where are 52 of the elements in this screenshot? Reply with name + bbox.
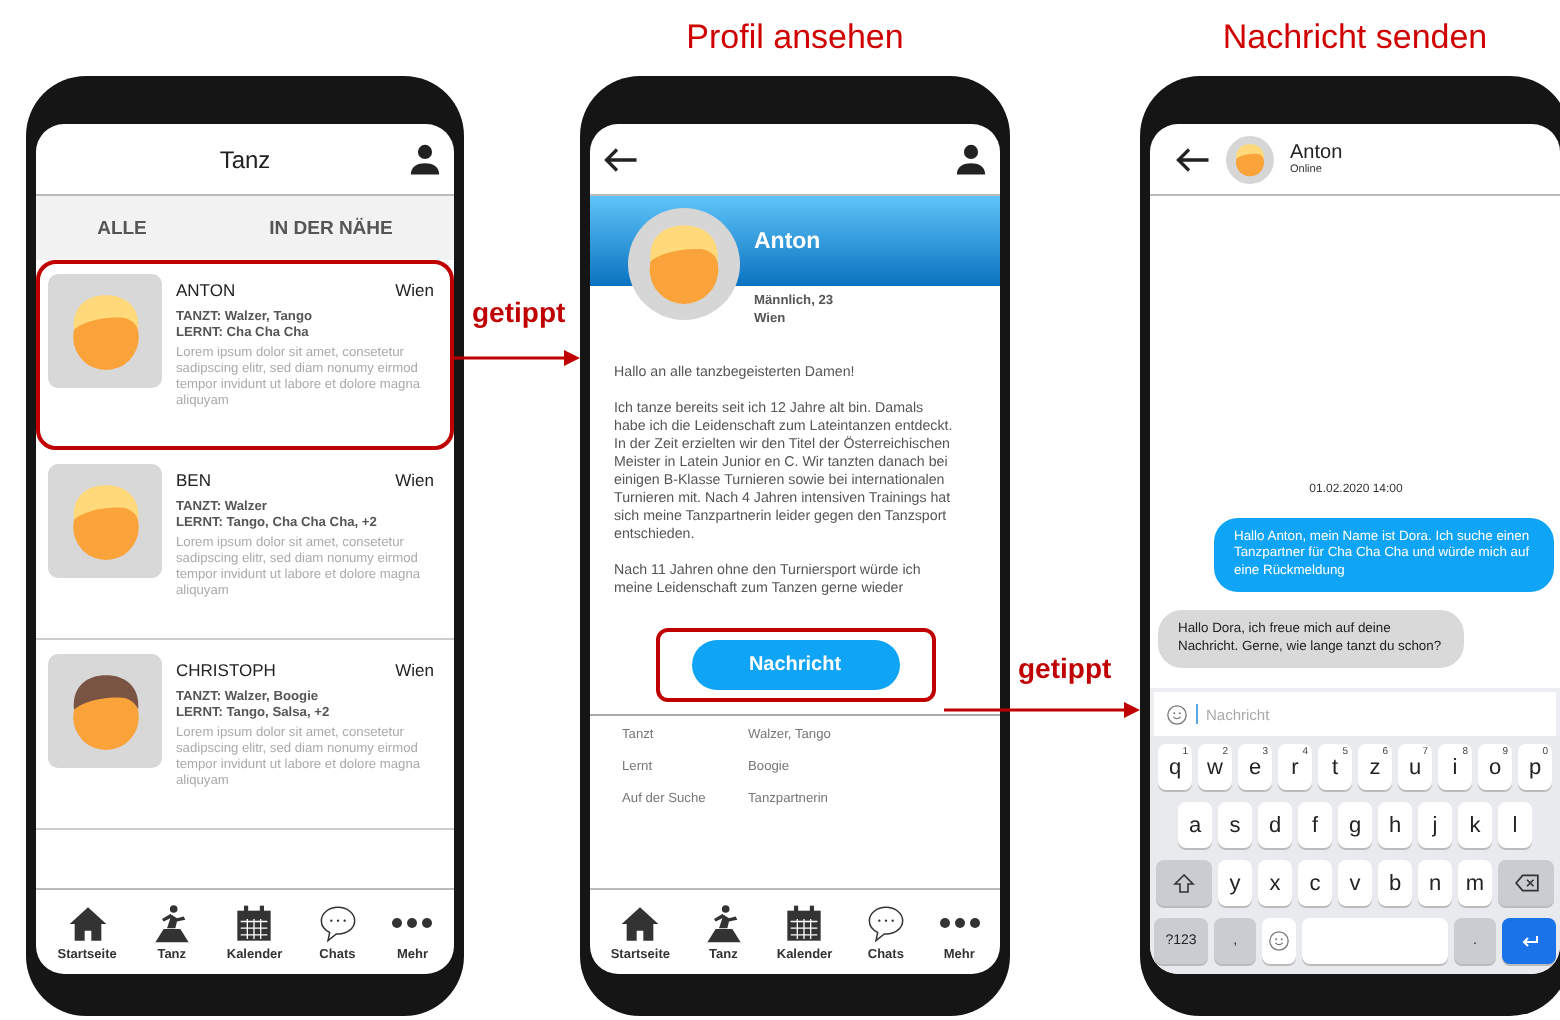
chat-bubble-icon [865, 903, 906, 943]
enter-key[interactable] [1502, 918, 1557, 964]
contact-name: Anton [1290, 142, 1343, 164]
backspace-icon [1513, 870, 1539, 896]
dancer-icon [703, 903, 744, 943]
profile-icon[interactable] [953, 142, 987, 176]
annotation-label: getippt [472, 296, 568, 328]
keyboard-key[interactable]: y [1218, 860, 1252, 906]
profile-name: CHRISTOPH [176, 660, 276, 680]
emoji-key[interactable] [1262, 918, 1296, 964]
profile-name: Anton [754, 229, 821, 253]
calendar-icon [234, 903, 275, 943]
screen-caption: Nachricht senden [1222, 18, 1488, 58]
keyboard-key[interactable]: l [1498, 802, 1532, 848]
screen-title: Tanz [219, 145, 271, 173]
keyboard-key[interactable]: b [1378, 860, 1412, 906]
calendar-icon [784, 903, 825, 943]
tab[interactable]: IN DER NÄHE [261, 213, 401, 243]
profile-name: BEN [176, 470, 211, 490]
smiley-icon [1267, 930, 1290, 952]
keyboard-key[interactable]: x [1258, 860, 1292, 906]
dancer-icon [151, 903, 192, 943]
keyboard-key[interactable]: k [1458, 802, 1492, 848]
keyboard-key[interactable]: h [1378, 802, 1412, 848]
shift-key[interactable] [1156, 860, 1212, 906]
annotation-label: getippt [1018, 652, 1114, 684]
backspace-key[interactable] [1498, 860, 1554, 906]
profile-icon[interactable] [407, 142, 441, 176]
keyboard-key[interactable]: a [1178, 802, 1212, 848]
chat-bubble-icon [317, 903, 358, 943]
home-icon [620, 903, 661, 943]
keyboard-key[interactable]: g [1338, 802, 1372, 848]
keyboard-key[interactable]: m [1458, 860, 1492, 906]
profile-city: Wien [395, 280, 434, 300]
keyboard-key[interactable]: j [1418, 802, 1452, 848]
more-icon [939, 917, 980, 927]
keyboard-key[interactable]: s [1218, 802, 1252, 848]
shift-icon [1172, 871, 1196, 895]
profile-city: Wien [395, 470, 434, 490]
more-icon [392, 917, 433, 927]
keyboard-key[interactable]: n [1418, 860, 1452, 906]
keyboard-key[interactable]: v [1338, 860, 1372, 906]
screen-caption: Profil ansehen [686, 18, 904, 58]
smiley-icon[interactable] [1166, 703, 1188, 725]
tab[interactable]: ALLE [89, 213, 155, 243]
home-icon [67, 903, 108, 943]
keyboard-key[interactable]: c [1298, 860, 1332, 906]
profile-name: ANTON [176, 280, 236, 300]
keyboard-key[interactable]: f [1298, 802, 1332, 848]
arrow [452, 350, 580, 366]
profile-city: Wien [395, 660, 434, 680]
keyboard-key[interactable]: d [1258, 802, 1292, 848]
